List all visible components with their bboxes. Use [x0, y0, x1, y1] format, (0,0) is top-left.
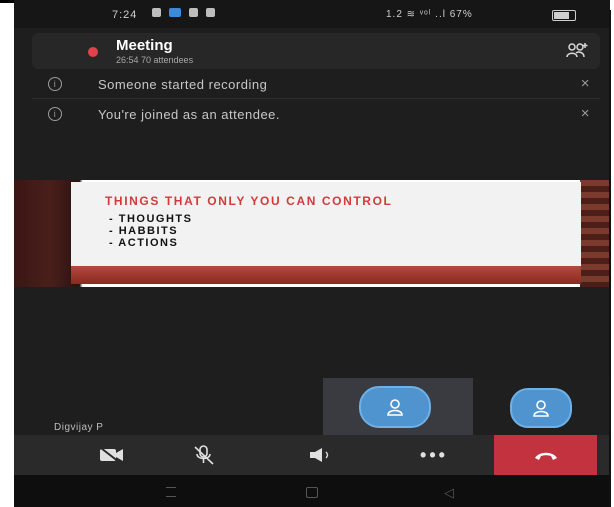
- home-icon[interactable]: [306, 487, 318, 498]
- camera-toggle-button[interactable]: [72, 435, 152, 475]
- more-options-button[interactable]: •••: [394, 435, 474, 475]
- slide-bullet: - HABBITS: [109, 225, 179, 237]
- notification-attendee: i You're joined as an attendee. ×: [32, 104, 600, 126]
- participant-tile[interactable]: [474, 378, 610, 435]
- participant-tile[interactable]: [323, 378, 473, 435]
- people-icon-glyph: [566, 43, 588, 58]
- app-notification-icon: [169, 8, 181, 17]
- speaker-button[interactable]: [282, 435, 362, 475]
- system-nav-bar: ◁: [14, 475, 610, 507]
- hang-up-icon: [534, 452, 557, 460]
- back-icon[interactable]: ◁: [444, 485, 454, 501]
- divider: [32, 98, 600, 99]
- notification-text: You're joined as an attendee.: [98, 107, 281, 122]
- phone-screen: 7:24 1.2 ≋ ᵛᵒˡ ..l 67% Meeting 26:54 70 …: [14, 0, 610, 507]
- recent-apps-icon[interactable]: [166, 487, 176, 497]
- info-icon: i: [48, 107, 62, 121]
- info-icon: i: [48, 77, 62, 91]
- avatar: [510, 388, 572, 428]
- slide-title: THINGS THAT ONLY YOU CAN CONTROL: [105, 194, 393, 208]
- status-time: 7:24: [112, 9, 138, 21]
- meeting-title: Meeting: [116, 37, 173, 54]
- slide-bullet: - THOUGHTS: [109, 213, 193, 225]
- people-icon[interactable]: [566, 42, 588, 62]
- camera-off-icon: [100, 447, 123, 463]
- notification-recording: i Someone started recording ×: [32, 74, 600, 96]
- presenter-name: Digvijay P: [54, 422, 104, 433]
- shared-content-edge: [580, 180, 610, 287]
- status-indicators: 1.2 ≋ ᵛᵒˡ ..l 67%: [386, 9, 473, 20]
- meeting-header[interactable]: Meeting 26:54 70 attendees: [32, 33, 600, 69]
- call-control-bar: •••: [14, 435, 610, 475]
- notification-icon: [189, 8, 198, 17]
- mic-off-icon: [194, 445, 214, 465]
- recording-indicator-icon: [88, 47, 98, 57]
- meeting-duration-attendees: 26:54 70 attendees: [116, 55, 194, 65]
- slide-footer-band: [71, 266, 581, 284]
- slide-bullet: - ACTIONS: [109, 237, 179, 249]
- person-icon: [533, 400, 549, 417]
- hang-up-button[interactable]: [494, 435, 597, 475]
- shared-slide: THINGS THAT ONLY YOU CAN CONTROL - THOUG…: [71, 182, 581, 266]
- mic-toggle-button[interactable]: [164, 435, 244, 475]
- message-icon: [206, 8, 215, 17]
- notification-text: Someone started recording: [98, 77, 268, 92]
- close-icon[interactable]: ×: [581, 105, 590, 122]
- navigation-icon: [152, 8, 161, 17]
- person-icon: [387, 399, 403, 416]
- frame-mark: [0, 0, 14, 3]
- battery-icon: [552, 10, 576, 21]
- status-notification-icons: [152, 8, 215, 17]
- close-icon[interactable]: ×: [581, 75, 590, 92]
- frame-edge: [609, 10, 611, 507]
- speaker-icon: [310, 448, 329, 462]
- status-bar: 7:24 1.2 ≋ ᵛᵒˡ ..l 67%: [14, 0, 610, 28]
- avatar: [359, 386, 431, 428]
